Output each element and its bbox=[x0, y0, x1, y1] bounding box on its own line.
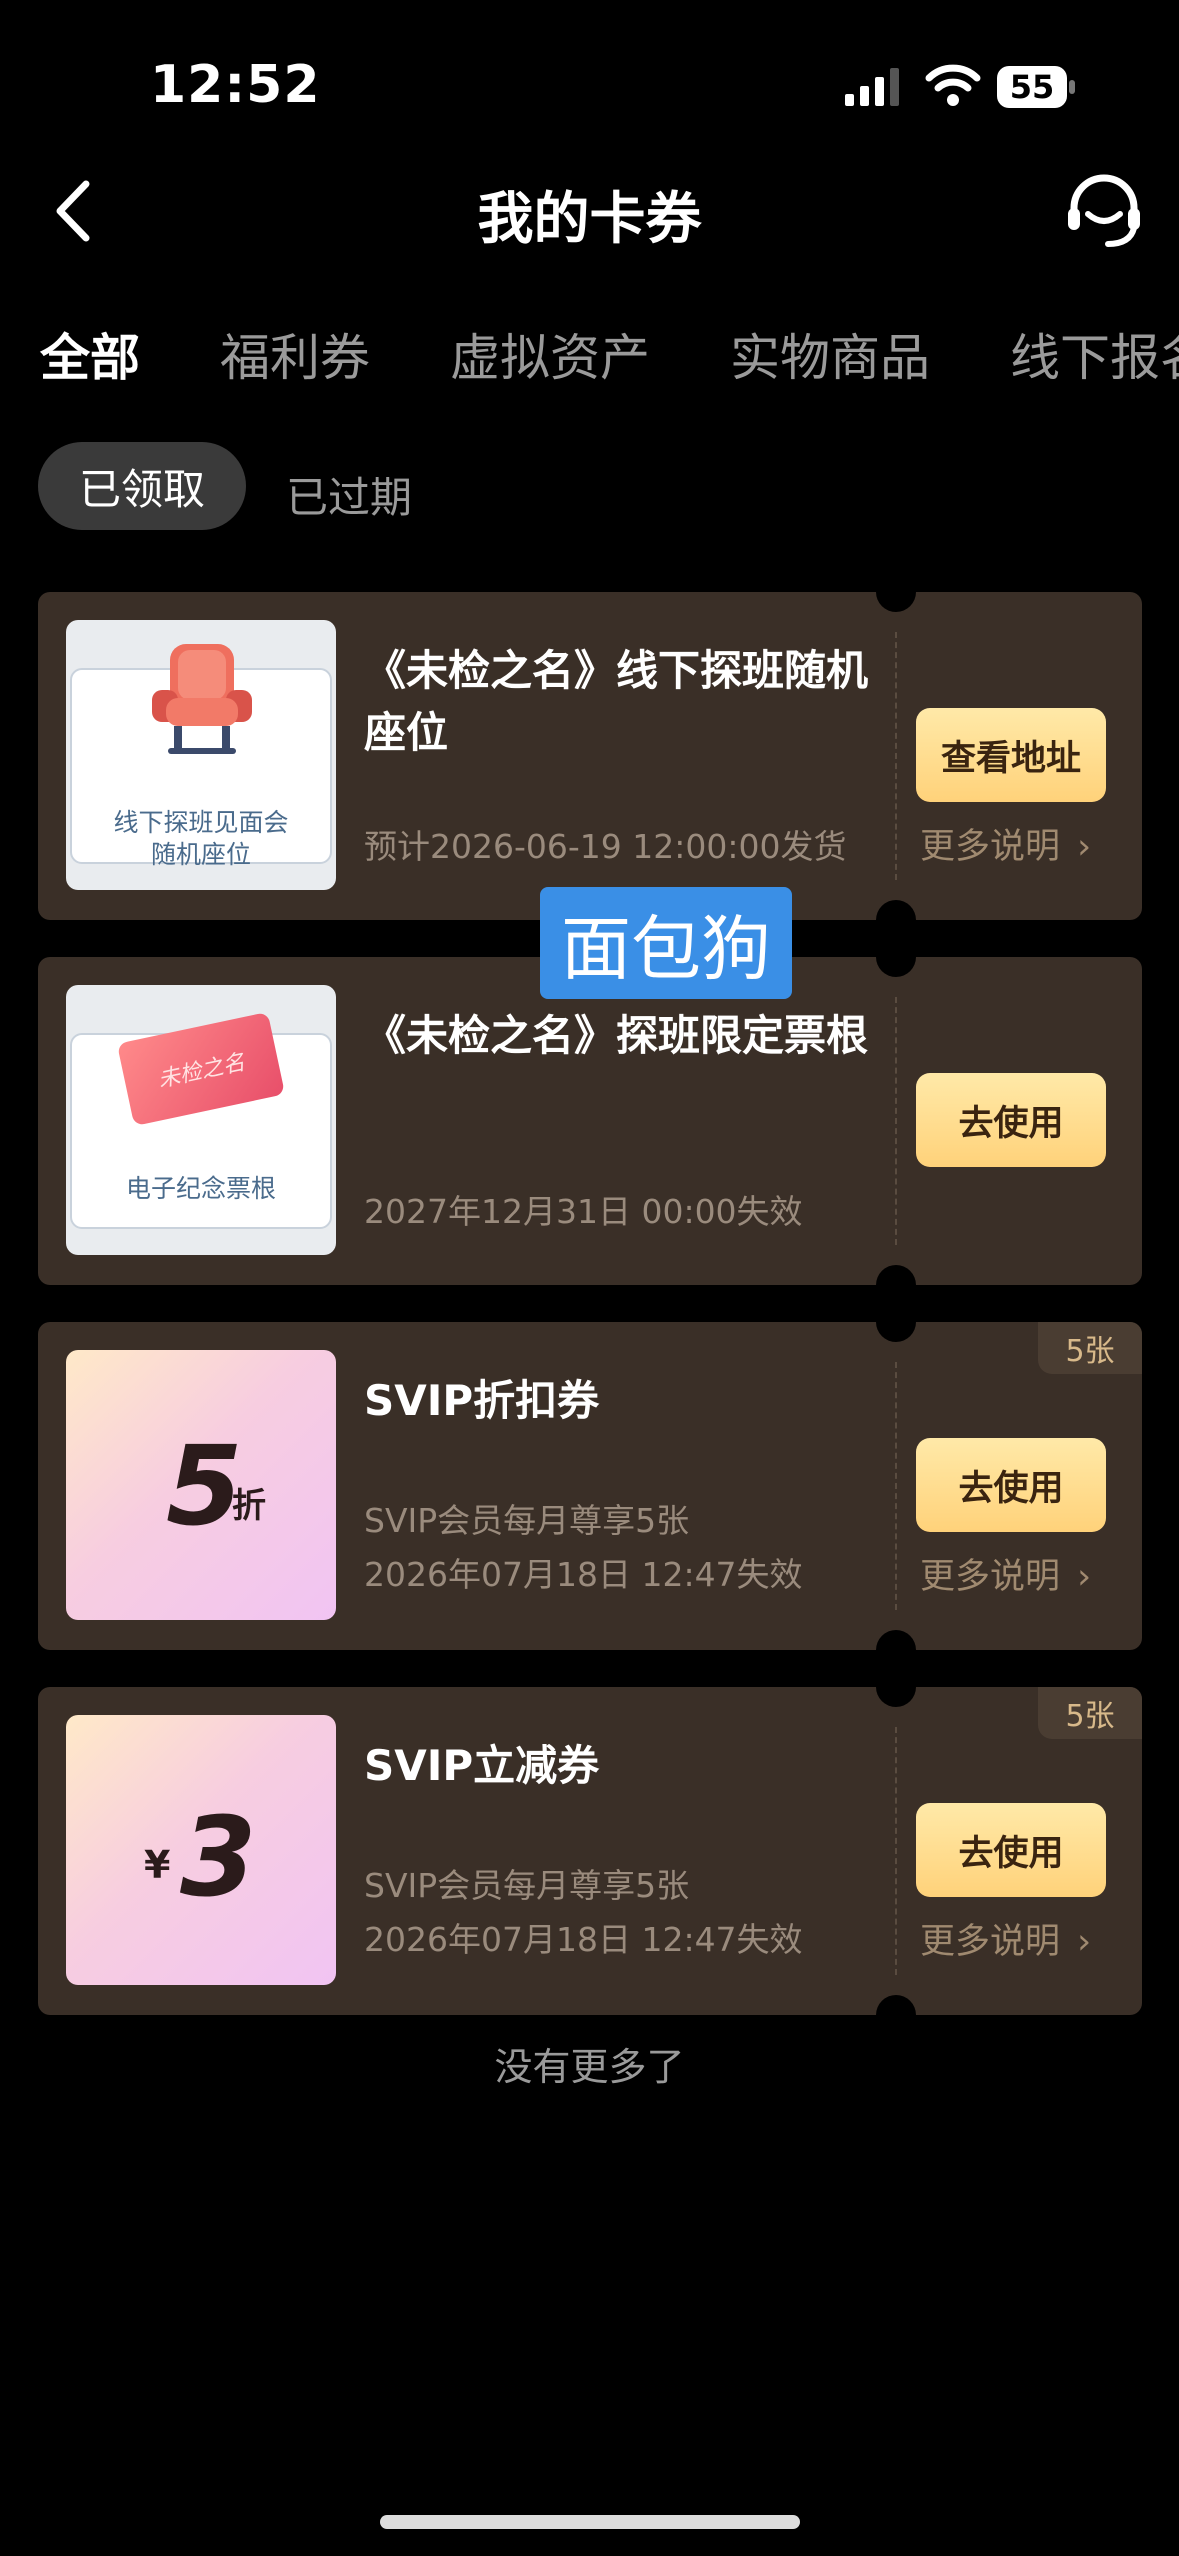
theater-seat-icon bbox=[152, 644, 252, 754]
no-more-text: 没有更多了 bbox=[494, 2045, 685, 2089]
coupon-card[interactable]: 线下探班见面会 随机座位 《未检之名》线下探班随机座位 预计2026-06-19… bbox=[38, 572, 1142, 940]
tab-physical-goods[interactable]: 实物商品 bbox=[730, 318, 930, 390]
cellular-signal-icon bbox=[845, 68, 899, 106]
more-info-label: 更多说明 bbox=[920, 1922, 1061, 1962]
coupon-expiry: 2027年12月31日 00:00失效 bbox=[364, 1192, 803, 1231]
coupon-title: 《未检之名》线下探班随机座位 bbox=[364, 646, 869, 757]
more-info-link[interactable]: 更多说明 › bbox=[920, 818, 1091, 869]
coupon-title: 《未检之名》探班限定票根 bbox=[364, 1011, 869, 1060]
coupon-desc: SVIP会员每月尊享5张 bbox=[364, 1866, 690, 1905]
use-button[interactable]: 去使用 bbox=[916, 1803, 1106, 1897]
customer-service-icon[interactable] bbox=[1064, 170, 1144, 250]
more-info-label: 更多说明 bbox=[920, 827, 1061, 867]
coupon-count-badge: 5张 bbox=[1038, 1687, 1142, 1739]
tab-virtual-assets[interactable]: 虚拟资产 bbox=[450, 318, 650, 390]
thumb-caption: 线下探班见面会 bbox=[113, 808, 289, 837]
status-time: 12:52 bbox=[150, 55, 321, 115]
ticket-thumbnail: 未检之名 电子纪念票根 bbox=[66, 985, 336, 1255]
thumb-caption: 随机座位 bbox=[150, 840, 251, 869]
tab-offline-signup[interactable]: 线下报名 bbox=[1010, 318, 1179, 390]
chevron-right-icon: › bbox=[1077, 1557, 1092, 1597]
coupon-count-badge: 5张 bbox=[1038, 1322, 1142, 1374]
coupon-card[interactable]: 未检之名 电子纪念票根 《未检之名》探班限定票根 2027年12月31日 00:… bbox=[38, 937, 1142, 1305]
view-address-button[interactable]: 查看地址 bbox=[916, 708, 1106, 802]
tab-all[interactable]: 全部 bbox=[40, 318, 140, 390]
coupon-title: SVIP折扣券 bbox=[364, 1376, 600, 1425]
page-title: 我的卡券 bbox=[477, 187, 702, 252]
seat-thumbnail: 线下探班见面会 随机座位 bbox=[66, 620, 336, 890]
home-indicator[interactable] bbox=[380, 2515, 800, 2529]
watermark-label: 面包狗 bbox=[540, 887, 792, 999]
currency-symbol: ¥ bbox=[144, 1843, 171, 1887]
discount-unit: 折 bbox=[232, 1486, 266, 1526]
more-info-label: 更多说明 bbox=[920, 1557, 1061, 1597]
cash-off-value: 3 bbox=[180, 1793, 257, 1921]
coupon-desc: SVIP会员每月尊享5张 bbox=[364, 1501, 690, 1540]
filter-received[interactable]: 已领取 bbox=[38, 442, 246, 530]
filter-expired[interactable]: 已过期 bbox=[286, 464, 412, 525]
battery-icon: 55 bbox=[997, 66, 1077, 108]
category-tabs: 全部 福利券 虚拟资产 实物商品 线下报名 bbox=[40, 318, 1179, 390]
tab-welfare-coupons[interactable]: 福利券 bbox=[220, 318, 370, 390]
chevron-right-icon: › bbox=[1077, 827, 1092, 867]
chevron-right-icon: › bbox=[1077, 1922, 1092, 1962]
ticket-logo-text: 未检之名 bbox=[155, 1050, 248, 1093]
more-info-link[interactable]: 更多说明 › bbox=[920, 1548, 1091, 1599]
coupon-expiry: 2026年07月18日 12:47失效 bbox=[364, 1920, 803, 1959]
coupon-card[interactable]: 5张 ¥ 3 SVIP立减券 SVIP会员每月尊享5张 2026年07月18日 … bbox=[38, 1667, 1142, 2035]
battery-level: 55 bbox=[1009, 68, 1055, 106]
discount-thumbnail: 5 折 bbox=[66, 1350, 336, 1620]
coupon-expiry: 2026年07月18日 12:47失效 bbox=[364, 1555, 803, 1594]
thumb-caption: 电子纪念票根 bbox=[125, 1174, 276, 1203]
more-info-link[interactable]: 更多说明 › bbox=[920, 1913, 1091, 1964]
coupon-delivery-date: 预计2026-06-19 12:00:00发货 bbox=[364, 827, 847, 866]
coupon-card[interactable]: 5张 5 折 SVIP折扣券 SVIP会员每月尊享5张 2026年07月18日 … bbox=[38, 1302, 1142, 1670]
cash-off-thumbnail: ¥ 3 bbox=[66, 1715, 336, 1985]
use-button[interactable]: 去使用 bbox=[916, 1073, 1106, 1167]
coupon-title: SVIP立减券 bbox=[364, 1741, 600, 1790]
use-button[interactable]: 去使用 bbox=[916, 1438, 1106, 1532]
wifi-icon bbox=[925, 64, 981, 106]
